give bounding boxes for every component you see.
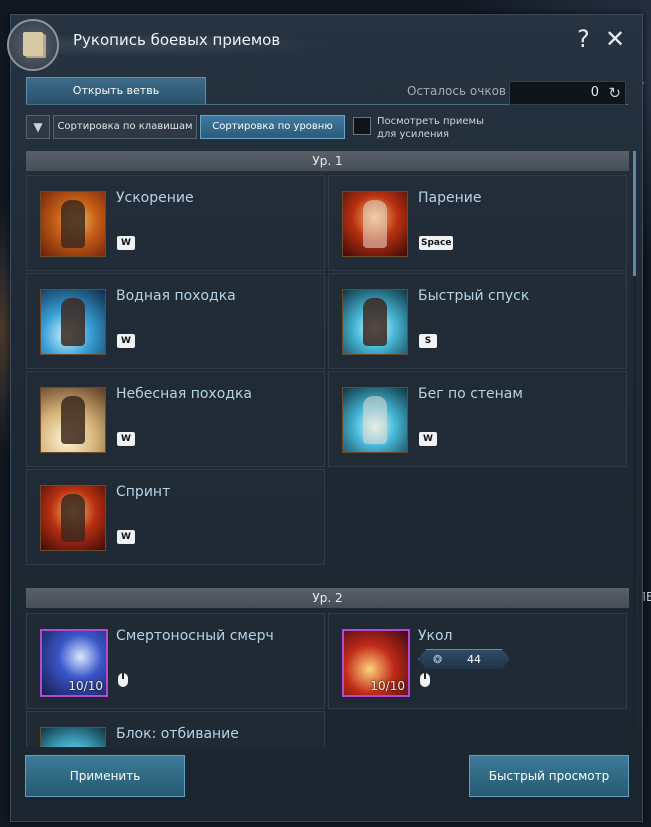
view-upgrade-label-line2: для усиления [377,129,450,140]
key-badge: Space [419,236,454,250]
help-button[interactable]: ? [577,25,590,53]
skill-icon [40,485,106,551]
skill-icon: 10/10 [40,629,108,697]
chi-icon: ❂ [433,653,443,666]
skill-icon [342,191,408,257]
skill-icon [342,387,408,453]
skill-icon [40,727,106,747]
skill-name: Быстрый спуск [418,288,530,304]
skill-name: Смертоносный смерч [116,628,274,644]
cost-value: 44 [467,653,481,666]
skill-name: Парение [418,190,482,206]
skill-card[interactable]: 10/10 Укол ❂ 44 [328,613,627,709]
skill-icon [40,191,106,257]
skill-level-badge: 10/10 [370,679,405,693]
tab-open-branch[interactable]: Открыть ветвь [26,77,206,105]
skill-level-badge: 10/10 [68,679,103,693]
cost-badge: ❂ 44 [418,649,510,669]
skill-card[interactable]: Водная походка W [26,273,325,369]
skill-icon: 10/10 [342,629,410,697]
skill-manuscript-window: Рукопись боевых приемов ? ✕ Открыть ветв… [7,14,643,822]
skill-name: Небесная походка [116,386,252,402]
skill-card[interactable]: Бег по стенам W [328,371,627,467]
skill-card[interactable]: Спринт W [26,469,325,565]
key-badge: W [117,432,135,446]
level-header: Ур. 1 [26,151,629,171]
filter-icon[interactable]: ▼ [26,115,50,139]
mouse-icon [118,673,128,687]
view-upgrade-label: Посмотреть приемы для усиления [377,115,484,141]
sort-by-keys-button[interactable]: Сортировка по клавишам [53,115,197,139]
skill-name: Блок: отбивание [116,726,239,742]
skill-name: Спринт [116,484,171,500]
apply-button[interactable]: Применить [25,755,185,797]
points-value: 0 [590,85,599,100]
view-upgrade-checkbox[interactable] [353,117,371,135]
close-button[interactable]: ✕ [605,25,625,53]
key-badge: S [419,334,437,348]
skill-name: Водная походка [116,288,236,304]
level-header: Ур. 2 [26,588,629,608]
skill-name: Укол [418,628,453,644]
skill-card[interactable]: Небесная походка W [26,371,325,467]
window-title: Рукопись боевых приемов [73,31,281,49]
key-badge: W [117,236,135,250]
points-label: Осталось очков [407,84,506,98]
skill-card[interactable]: Блок: отбивание [26,711,325,747]
skill-card[interactable]: Парение Space [328,175,627,271]
skill-card[interactable]: Быстрый спуск S [328,273,627,369]
book-icon [7,19,59,71]
sort-by-level-button[interactable]: Сортировка по уровню [200,115,345,139]
skill-icon [40,289,106,355]
skill-icon [40,387,106,453]
skill-card[interactable]: 10/10 Смертоносный смерч [26,613,325,709]
view-upgrade-label-line1: Посмотреть приемы [377,116,484,127]
key-badge: W [419,432,437,446]
scrollbar-thumb[interactable] [633,151,636,276]
skill-list: Ур. 1 Ускорение W Парение Space Водная п… [24,147,629,747]
key-badge: W [117,530,135,544]
key-badge: W [117,334,135,348]
skill-icon [342,289,408,355]
mouse-icon [420,673,430,687]
skill-name: Бег по стенам [418,386,523,402]
quick-view-button[interactable]: Быстрый просмотр [469,755,629,797]
skill-name: Ускорение [116,190,194,206]
reset-icon[interactable]: ↻ [608,84,621,102]
points-box: 0 ↻ [509,81,626,105]
skill-card[interactable]: Ускорение W [26,175,325,271]
